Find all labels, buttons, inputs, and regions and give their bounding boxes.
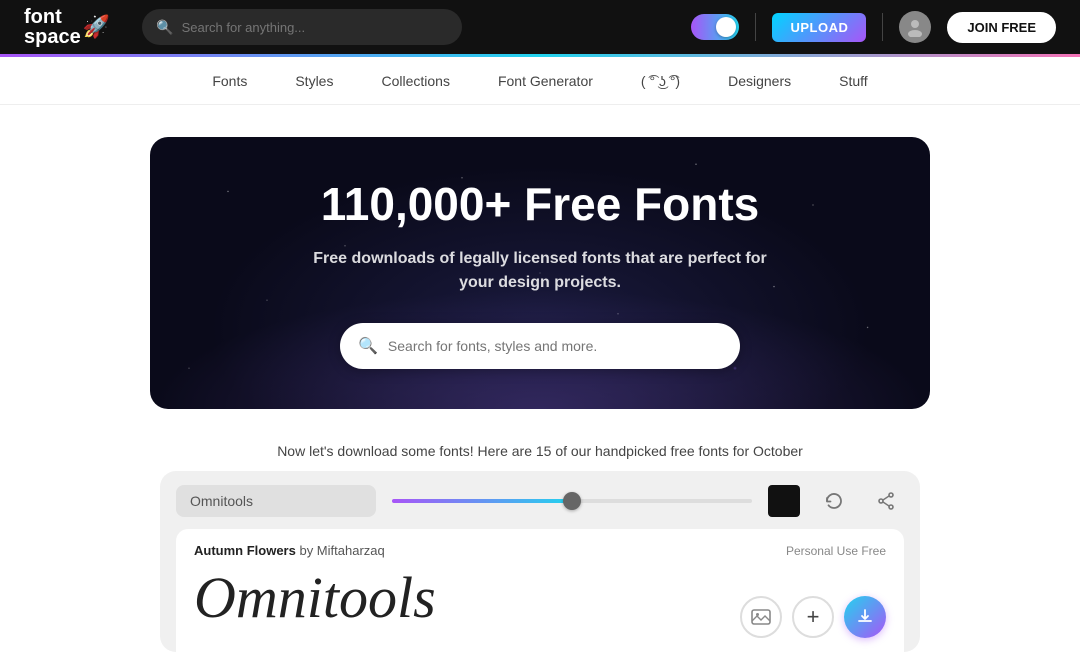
font-license: Personal Use Free: [786, 544, 886, 558]
nav-item-collections[interactable]: Collections: [381, 69, 449, 93]
hero-search-bar[interactable]: 🔍: [340, 323, 740, 369]
header-divider-2: [882, 13, 883, 41]
preview-button[interactable]: [740, 596, 782, 638]
hero-title: 110,000+ Free Fonts: [321, 177, 760, 231]
share-icon: [876, 491, 896, 511]
nav-bar: Fonts Styles Collections Font Generator …: [0, 57, 1080, 105]
hero-subtitle: Free downloads of legally licensed fonts…: [300, 247, 780, 295]
refresh-icon: [824, 491, 844, 511]
hero-search-icon: 🔍: [358, 336, 378, 356]
nav-item-emoji[interactable]: ( ͡° ͜ʖ ͡°): [641, 69, 680, 93]
download-button[interactable]: [844, 596, 886, 638]
font-by: by Miftaharzaq: [299, 543, 384, 558]
size-slider[interactable]: [392, 499, 752, 503]
font-author: Autumn Flowers by Miftaharzaq: [194, 543, 385, 558]
upload-button[interactable]: UPLOAD: [772, 13, 866, 42]
header: font space 🚀 🔍 UPLOAD JOIN FREE: [0, 0, 1080, 54]
download-icon: [856, 608, 874, 626]
toggle-knob: [716, 17, 736, 37]
font-card: Autumn Flowers by Miftaharzaq Personal U…: [176, 529, 904, 652]
nav-item-styles[interactable]: Styles: [295, 69, 333, 93]
font-card-header: Autumn Flowers by Miftaharzaq Personal U…: [194, 543, 886, 558]
size-slider-container: [392, 499, 752, 503]
widget-controls: [176, 483, 904, 519]
add-button[interactable]: +: [792, 596, 834, 638]
nav-item-fonts[interactable]: Fonts: [212, 69, 247, 93]
logo-text-font: font: [24, 7, 81, 27]
font-preview-widget: Autumn Flowers by Miftaharzaq Personal U…: [160, 471, 920, 652]
logo-rocket-icon: 🚀: [83, 14, 110, 40]
section-label: Now let's download some fonts! Here are …: [0, 443, 1080, 459]
hero-search-input[interactable]: [388, 338, 722, 354]
refresh-button[interactable]: [816, 483, 852, 519]
join-free-button[interactable]: JOIN FREE: [947, 12, 1056, 43]
nav-item-generator[interactable]: Font Generator: [498, 69, 593, 93]
share-button[interactable]: [868, 483, 904, 519]
header-divider: [755, 13, 756, 41]
header-search-bar[interactable]: 🔍: [142, 9, 462, 45]
color-swatch[interactable]: [768, 485, 800, 517]
slider-thumb: [563, 492, 581, 510]
logo[interactable]: font space 🚀: [24, 7, 110, 47]
image-icon: [751, 609, 771, 625]
logo-text-space: space: [24, 27, 81, 47]
nav-item-stuff[interactable]: Stuff: [839, 69, 868, 93]
avatar[interactable]: [899, 11, 931, 43]
nav-item-designers[interactable]: Designers: [728, 69, 791, 93]
theme-toggle[interactable]: [691, 14, 739, 40]
font-card-actions: +: [740, 596, 886, 638]
search-icon: 🔍: [156, 19, 173, 36]
search-input[interactable]: [182, 20, 449, 35]
preview-text-input[interactable]: [176, 485, 376, 517]
hero-banner: 110,000+ Free Fonts Free downloads of le…: [150, 137, 930, 409]
hero-section: 110,000+ Free Fonts Free downloads of le…: [0, 105, 1080, 425]
header-right: UPLOAD JOIN FREE: [691, 11, 1056, 43]
